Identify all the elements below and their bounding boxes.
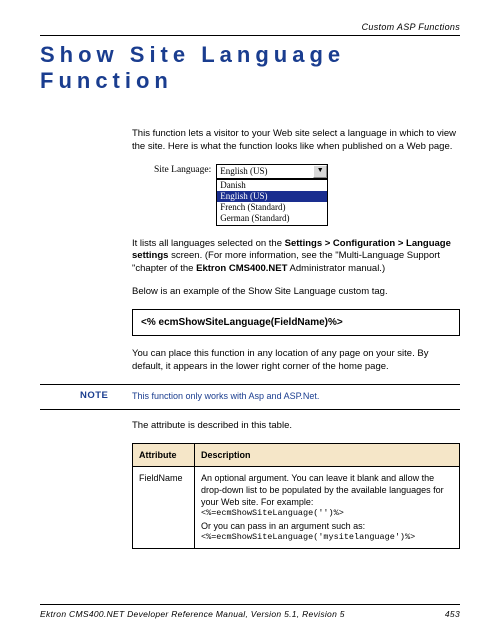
table-header-row: Attribute Description [133,443,460,466]
note-label: NOTE [80,390,108,403]
code-sample: <%=ecmShowSiteLanguage('mysitelanguage')… [201,532,453,543]
note-text: This function only works with Asp and AS… [132,391,319,401]
attr-desc-cell: An optional argument. You can leave it b… [195,466,460,549]
settings-paragraph: It lists all languages selected on the S… [132,238,460,276]
footer-doc-title: Ektron CMS400.NET Developer Reference Ma… [40,609,345,619]
example-intro: Below is an example of the Show Site Lan… [132,286,460,299]
dropdown-item[interactable]: Danish [217,180,327,191]
language-dropdown-demo: Site Language: English (US) ▼ Danish Eng… [154,164,460,226]
dropdown-label: Site Language: [154,164,211,177]
page-number: 453 [445,609,460,619]
attribute-table: Attribute Description FieldName An optio… [132,443,460,550]
text-fragment: Administrator manual.) [287,263,385,274]
dropdown-selected[interactable]: English (US) ▼ [216,164,328,179]
dropdown-list: Danish English (US) French (Standard) Ge… [216,179,328,226]
dropdown-item[interactable]: German (Standard) [217,213,327,224]
note-block: NOTE This function only works with Asp a… [40,384,460,410]
product-name: Ektron CMS400.NET [196,263,287,274]
desc-text: An optional argument. You can leave it b… [201,472,453,508]
placement-paragraph: You can place this function in any locat… [132,348,460,374]
page-title: Show Site Language Function [40,42,460,94]
code-example-box: <% ecmShowSiteLanguage(FieldName)%> [132,309,460,337]
col-header-description: Description [195,443,460,466]
dropdown-selected-text: English (US) [220,165,267,177]
dropdown-item[interactable]: French (Standard) [217,202,327,213]
desc-text: Or you can pass in an argument such as: [201,520,453,532]
body-column: This function lets a visitor to your Web… [132,128,460,549]
page-footer: Ektron CMS400.NET Developer Reference Ma… [40,604,460,619]
table-intro: The attribute is described in this table… [132,420,460,433]
text-fragment: It lists all languages selected on the [132,238,285,249]
attr-name-cell: FieldName [133,466,195,549]
code-sample: <%=ecmShowSiteLanguage('')%> [201,508,453,519]
header-section: Custom ASP Functions [40,22,460,36]
chevron-down-icon[interactable]: ▼ [313,165,327,178]
table-row: FieldName An optional argument. You can … [133,466,460,549]
intro-paragraph: This function lets a visitor to your Web… [132,128,460,154]
dropdown-item[interactable]: English (US) [217,191,327,202]
col-header-attribute: Attribute [133,443,195,466]
